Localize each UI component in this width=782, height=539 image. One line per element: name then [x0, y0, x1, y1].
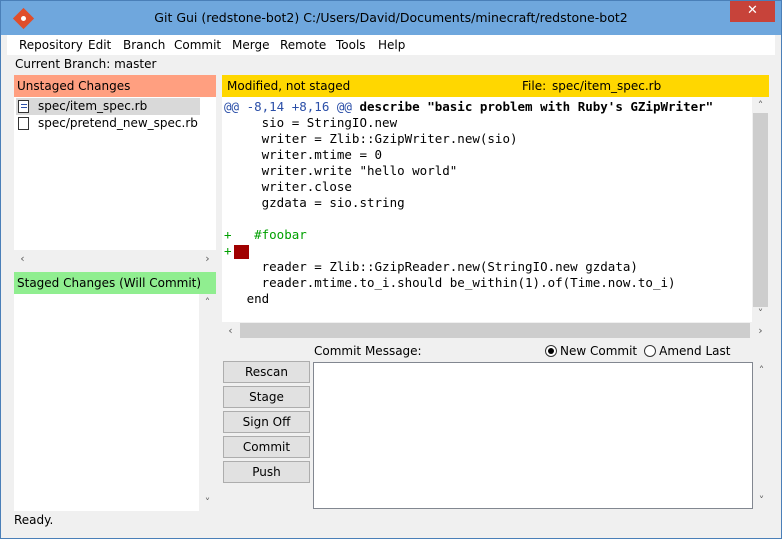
menu-commit[interactable]: Commit — [168, 35, 227, 55]
staged-changes-header: Staged Changes (Will Commit) — [14, 272, 216, 294]
scroll-right-icon[interactable]: › — [199, 250, 216, 267]
list-item[interactable]: spec/pretend_new_spec.rb — [16, 115, 200, 132]
staged-vertical-scrollbar[interactable]: ˄ ˅ — [199, 294, 216, 511]
diff-line: writer.write "hello world" — [224, 163, 458, 178]
diff-line: sio = StringIO.new — [224, 115, 398, 130]
diff-line: end — [224, 291, 270, 306]
diff-line: writer.close — [224, 179, 352, 194]
scroll-thumb[interactable] — [753, 113, 768, 307]
scroll-right-icon[interactable]: › — [752, 322, 769, 339]
push-button[interactable]: Push — [223, 461, 310, 483]
file-name: spec/pretend_new_spec.rb — [38, 116, 198, 130]
whitespace-error-marker — [233, 244, 249, 259]
diff-line: reader.mtime.to_i.should be_within(1).of… — [224, 275, 676, 290]
menu-tools[interactable]: Tools — [330, 35, 372, 55]
diff-line: writer = Zlib::GzipWriter.new(sio) — [224, 131, 518, 146]
commit-button[interactable]: Commit — [223, 436, 310, 458]
diff-line: writer.mtime = 0 — [224, 147, 383, 162]
hunk-header-line: @@ -8,14 +8,16 @@ describe "basic proble… — [224, 99, 713, 115]
unstaged-horizontal-scrollbar[interactable]: ‹ › — [14, 250, 216, 267]
scroll-down-icon[interactable]: ˅ — [752, 305, 769, 322]
window-title: Git Gui (redstone-bot2) C:/Users/David/D… — [154, 10, 628, 25]
git-gui-window: Git Gui (redstone-bot2) C:/Users/David/D… — [0, 0, 782, 539]
diff-file-label: File: — [522, 79, 547, 93]
menu-branch[interactable]: Branch — [117, 35, 171, 55]
scroll-up-icon[interactable]: ˄ — [753, 362, 770, 379]
rescan-button[interactable]: Rescan — [223, 361, 310, 383]
staged-file-list[interactable] — [14, 294, 199, 511]
diff-viewer[interactable]: @@ -8,14 +8,16 @@ describe "basic proble… — [222, 97, 752, 322]
added-line-text: + — [224, 243, 232, 258]
scroll-left-icon[interactable]: ‹ — [222, 322, 239, 339]
diff-header: Modified, not staged File: spec/item_spe… — [222, 75, 769, 97]
diff-line: reader = Zlib::GzipReader.new(StringIO.n… — [224, 259, 638, 274]
sign-off-button[interactable]: Sign Off — [223, 411, 310, 433]
unstaged-file-list[interactable]: spec/item_spec.rb spec/pretend_new_spec.… — [14, 97, 216, 250]
scroll-left-icon[interactable]: ‹ — [14, 250, 31, 267]
hunk-context: describe "basic problem with Ruby's GZip… — [351, 99, 714, 114]
scroll-up-icon[interactable]: ˄ — [752, 97, 769, 114]
menu-merge[interactable]: Merge — [226, 35, 275, 55]
new-commit-label[interactable]: New Commit — [560, 344, 637, 358]
diff-status: Modified, not staged — [227, 79, 351, 93]
menu-bar: Repository Edit Branch Commit Merge Remo… — [7, 35, 775, 55]
scroll-down-icon[interactable]: ˅ — [199, 494, 216, 511]
menu-help[interactable]: Help — [372, 35, 411, 55]
current-branch: Current Branch: master — [15, 57, 157, 71]
close-button[interactable]: ✕ — [730, 1, 775, 22]
commit-vertical-scrollbar[interactable]: ˄ ˅ — [753, 362, 770, 509]
menu-remote[interactable]: Remote — [274, 35, 332, 55]
added-line: + #foobar — [224, 227, 307, 242]
amend-radio[interactable] — [644, 345, 657, 357]
scroll-up-icon[interactable]: ˄ — [199, 294, 216, 311]
commit-mode-group: New CommitAmend Last Commit — [545, 342, 781, 376]
added-line: + — [224, 243, 249, 259]
new-commit-radio[interactable] — [545, 345, 557, 357]
hunk-range: @@ -8,14 +8,16 @@ — [224, 99, 352, 114]
stage-changed-button[interactable]: Stage Changed — [223, 386, 310, 424]
title-bar[interactable]: Git Gui (redstone-bot2) C:/Users/David/D… — [1, 1, 781, 35]
status-bar: Ready. — [14, 513, 54, 527]
new-file-icon[interactable] — [18, 117, 29, 130]
scroll-thumb[interactable] — [240, 323, 750, 338]
list-item[interactable]: spec/item_spec.rb — [16, 98, 200, 115]
modified-file-icon[interactable] — [18, 100, 29, 113]
diff-horizontal-scrollbar[interactable]: ‹ › — [222, 322, 769, 339]
diff-vertical-scrollbar[interactable]: ˄ ˅ — [752, 97, 769, 322]
commit-message-label: Commit Message: — [314, 344, 422, 358]
menu-repository[interactable]: Repository — [13, 35, 89, 55]
menu-edit[interactable]: Edit — [82, 35, 117, 55]
diff-line: gzdata = sio.string — [224, 195, 405, 210]
unstaged-changes-header: Unstaged Changes — [14, 75, 216, 97]
scroll-down-icon[interactable]: ˅ — [753, 492, 770, 509]
file-name: spec/item_spec.rb — [38, 99, 148, 113]
diff-file-name: spec/item_spec.rb — [552, 79, 662, 93]
commit-message-input[interactable] — [313, 362, 753, 509]
